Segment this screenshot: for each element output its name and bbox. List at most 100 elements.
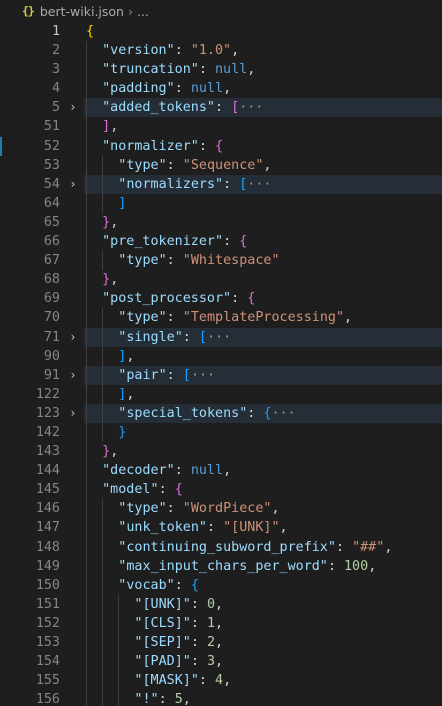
code-text-area[interactable]: "[PAD]": 3,	[84, 652, 442, 672]
code-text-area[interactable]: "continuing_subword_prefix": "##",	[84, 537, 442, 557]
fold-chevron-right-icon[interactable]: ›	[66, 366, 80, 385]
indent-guide	[86, 270, 87, 290]
code-text-area[interactable]: ],	[84, 384, 442, 404]
indent-guide	[102, 193, 104, 213]
code-text-area[interactable]: "[SEP]": 2,	[84, 633, 442, 653]
code-token: }	[102, 444, 111, 460]
code-text-area[interactable]: "added_tokens": [···	[84, 98, 442, 118]
folded-region-ellipsis[interactable]: ···	[247, 177, 271, 192]
breadcrumb-file-name[interactable]: bert-wiki.json	[40, 4, 124, 19]
code-content: "type": "Sequence",	[118, 156, 271, 175]
code-line[interactable]: 51],	[0, 117, 442, 137]
code-text-area[interactable]: "type": "TemplateProcessing",	[84, 308, 442, 328]
code-text-area[interactable]: },	[84, 270, 442, 290]
code-text-area[interactable]: "[MASK]": 4,	[84, 671, 442, 691]
code-line[interactable]: 156 "!": 5,	[0, 690, 442, 706]
code-line[interactable]: 147 "unk_token": "[UNK]",	[0, 518, 442, 538]
code-text-area[interactable]: "post_processor": {	[84, 289, 442, 309]
code-text-area[interactable]: "model": {	[84, 480, 442, 500]
code-line[interactable]: 143},	[0, 442, 442, 462]
code-token: "WordPiece"	[182, 501, 272, 517]
code-token: 2	[206, 635, 216, 650]
code-content: "single": [···	[118, 328, 231, 347]
code-content: "added_tokens": [···	[102, 98, 263, 117]
code-token: "type"	[118, 501, 167, 517]
folded-region-ellipsis[interactable]: ···	[191, 368, 215, 383]
code-text-area[interactable]: "max_input_chars_per_word": 100,	[84, 556, 442, 576]
code-line[interactable]: 5 › "added_tokens": [···	[0, 98, 442, 118]
code-text-area[interactable]: "vocab": {	[84, 575, 442, 595]
code-line[interactable]: 3 "truncation": null,	[0, 60, 442, 80]
code-line[interactable]: 67 "type": "Whitespace"	[0, 251, 442, 271]
code-text-area[interactable]: "type": "Sequence",	[84, 155, 442, 175]
code-text-area[interactable]: "version": "1.0",	[84, 41, 442, 61]
code-line[interactable]: 53 "type": "Sequence",	[0, 155, 442, 175]
code-line[interactable]: 4 "padding": null,	[0, 79, 442, 99]
code-line[interactable]: 144 "decoder": null,	[0, 461, 442, 481]
code-line[interactable]: 148 "continuing_subword_prefix": "##",	[0, 537, 442, 557]
code-text-area[interactable]: ],	[84, 346, 442, 366]
code-text-area[interactable]: "[CLS]": 1,	[84, 613, 442, 633]
code-text-area[interactable]: },	[84, 212, 442, 233]
code-line[interactable]: 154 "[PAD]": 3,	[0, 652, 442, 672]
breadcrumb-symbol-ellipsis[interactable]: ...	[137, 4, 149, 19]
code-text-area[interactable]: "type": "Whitespace"	[84, 251, 442, 271]
code-line[interactable]: 91 › "pair": [···	[0, 365, 442, 385]
code-text-area[interactable]: "unk_token": "[UNK]",	[84, 518, 442, 538]
code-text-area[interactable]: "truncation": null,	[84, 60, 442, 80]
code-text-area[interactable]: "special_tokens": {···	[84, 403, 442, 423]
fold-chevron-right-icon[interactable]: ›	[66, 98, 80, 117]
code-line[interactable]: 152 "[CLS]": 1,	[0, 613, 442, 633]
code-token: "[MASK]"	[134, 673, 199, 689]
code-line[interactable]: 2 "version": "1.0",	[0, 41, 442, 61]
code-line[interactable]: 149 "max_input_chars_per_word": 100,	[0, 556, 442, 576]
code-text-area[interactable]: "pre_tokenizer": {	[84, 232, 442, 252]
code-text-area[interactable]: "[UNK]": 0,	[84, 594, 442, 614]
code-text-area[interactable]: {	[84, 22, 442, 41]
code-line[interactable]: 151 "[UNK]": 0,	[0, 594, 442, 614]
fold-chevron-right-icon[interactable]: ›	[66, 175, 80, 194]
indent-guide	[86, 537, 87, 557]
code-line[interactable]: 142}	[0, 422, 442, 443]
code-line[interactable]: 65},	[0, 212, 442, 233]
folded-region-ellipsis[interactable]: ···	[239, 100, 263, 115]
indent-guide	[86, 193, 87, 213]
code-text-area[interactable]: "padding": null,	[84, 79, 442, 99]
folded-region-ellipsis[interactable]: ···	[207, 330, 231, 345]
code-editor[interactable]: 1{2 "version": "1.0", 3 "truncation": null,…	[0, 22, 442, 706]
code-text-area[interactable]: "single": [···	[84, 327, 442, 347]
code-line[interactable]: 71 › "single": [···	[0, 327, 442, 347]
code-line[interactable]: 1{	[0, 22, 442, 41]
code-line[interactable]: 155 "[MASK]": 4,	[0, 671, 442, 691]
code-token: "Whitespace"	[182, 253, 280, 269]
code-line[interactable]: 70 "type": "TemplateProcessing",	[0, 308, 442, 328]
code-text-area[interactable]: "pair": [···	[84, 365, 442, 385]
code-text-area[interactable]: "normalizer": {	[84, 136, 442, 156]
code-text-area[interactable]: "normalizers": [···	[84, 174, 442, 194]
fold-chevron-right-icon[interactable]: ›	[66, 404, 80, 423]
code-line[interactable]: 68},	[0, 270, 442, 290]
code-line[interactable]: 66 "pre_tokenizer": {	[0, 232, 442, 252]
code-line[interactable]: 153 "[SEP]": 2,	[0, 633, 442, 653]
fold-chevron-right-icon[interactable]: ›	[66, 328, 80, 347]
code-line[interactable]: 150 "vocab": {	[0, 575, 442, 595]
code-text-area[interactable]: "decoder": null,	[84, 461, 442, 481]
code-text-area[interactable]: "!": 5,	[84, 690, 442, 706]
code-line[interactable]: 54 › "normalizers": [···	[0, 174, 442, 194]
code-line[interactable]: 123 › "special_tokens": {···	[0, 403, 442, 423]
code-text-area[interactable]: ]	[84, 193, 442, 213]
code-line[interactable]: 64]	[0, 193, 442, 213]
code-text-area[interactable]: }	[84, 422, 442, 443]
code-text-area[interactable]: },	[84, 442, 442, 462]
folded-region-ellipsis[interactable]: ···	[271, 406, 295, 421]
code-token: null	[215, 62, 248, 78]
code-line[interactable]: 52 "normalizer": {	[0, 136, 442, 156]
code-line[interactable]: 69 "post_processor": {	[0, 289, 442, 309]
code-line[interactable]: 122],	[0, 384, 442, 404]
code-line[interactable]: 90],	[0, 346, 442, 366]
code-text-area[interactable]: "type": "WordPiece",	[84, 499, 442, 519]
code-token: :	[231, 291, 248, 307]
code-line[interactable]: 146 "type": "WordPiece",	[0, 499, 442, 519]
code-text-area[interactable]: ],	[84, 117, 442, 137]
code-line[interactable]: 145 "model": {	[0, 480, 442, 500]
